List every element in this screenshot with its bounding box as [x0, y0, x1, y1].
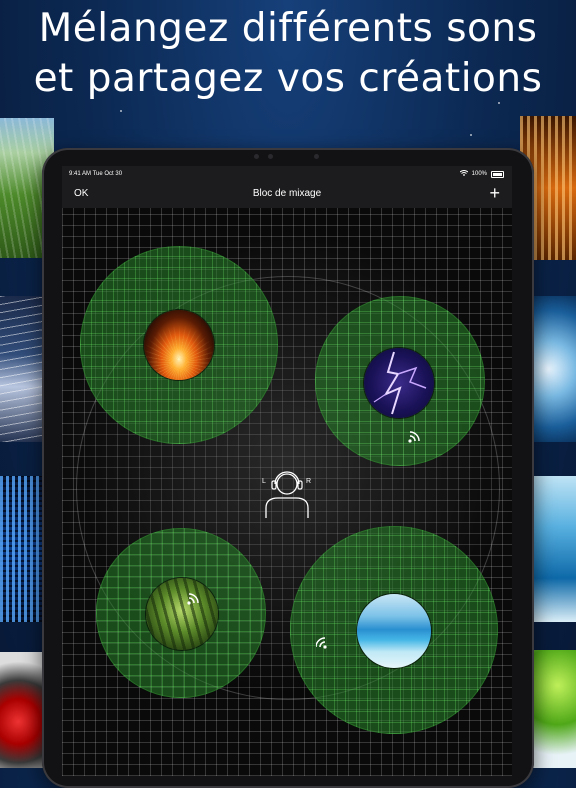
left-channel-label: L	[262, 478, 266, 485]
star	[470, 134, 472, 136]
right-channel-label: R	[306, 478, 312, 485]
blue-equalizer-photo	[0, 476, 46, 622]
water-splash-photo	[530, 296, 576, 442]
add-sound-button[interactable]: +	[489, 183, 500, 203]
status-bar: 9:41 AM Tue Oct 30 100%	[62, 166, 512, 182]
wifi-status-icon	[459, 170, 468, 178]
listener-avatar[interactable]: L R	[258, 462, 316, 520]
page-title: Bloc de mixage	[252, 188, 322, 199]
camera-dot	[254, 154, 259, 159]
status-right: 100%	[459, 170, 504, 178]
fire-signal-icon	[407, 430, 421, 448]
headphones-listener-icon	[265, 471, 309, 518]
mix-pad[interactable]: L R	[62, 208, 512, 776]
battery-percent: 100%	[471, 171, 487, 177]
ocean-signal-icon	[315, 636, 330, 654]
forest-signal-icon	[186, 592, 200, 610]
camera-dot	[268, 154, 273, 159]
city-lights-photo	[0, 296, 46, 442]
headline: Mélangez différents sons et partagez vos…	[0, 4, 576, 104]
app-screen: 9:41 AM Tue Oct 30 100% OK Bloc de mixag…	[62, 166, 512, 776]
fire-sound-button[interactable]	[144, 310, 214, 380]
status-time: 9:41 AM Tue Oct 30	[69, 171, 123, 177]
camera-dot	[314, 154, 319, 159]
headline-line-1: Mélangez différents sons	[38, 6, 538, 51]
green-leaf-photo	[530, 650, 576, 768]
ocean-sound-button[interactable]	[357, 594, 431, 668]
lightning-icon	[373, 351, 427, 415]
star	[120, 110, 122, 112]
nav-bar: OK Bloc de mixage +	[62, 182, 512, 208]
thunderstorm-sound-button[interactable]	[364, 348, 434, 418]
speaker-photo	[0, 652, 46, 768]
ocean-wave-photo	[530, 476, 576, 622]
headline-line-2: et partagez vos créations	[33, 56, 543, 101]
forest-sound-button[interactable]	[146, 578, 218, 650]
battery-icon	[491, 170, 504, 178]
